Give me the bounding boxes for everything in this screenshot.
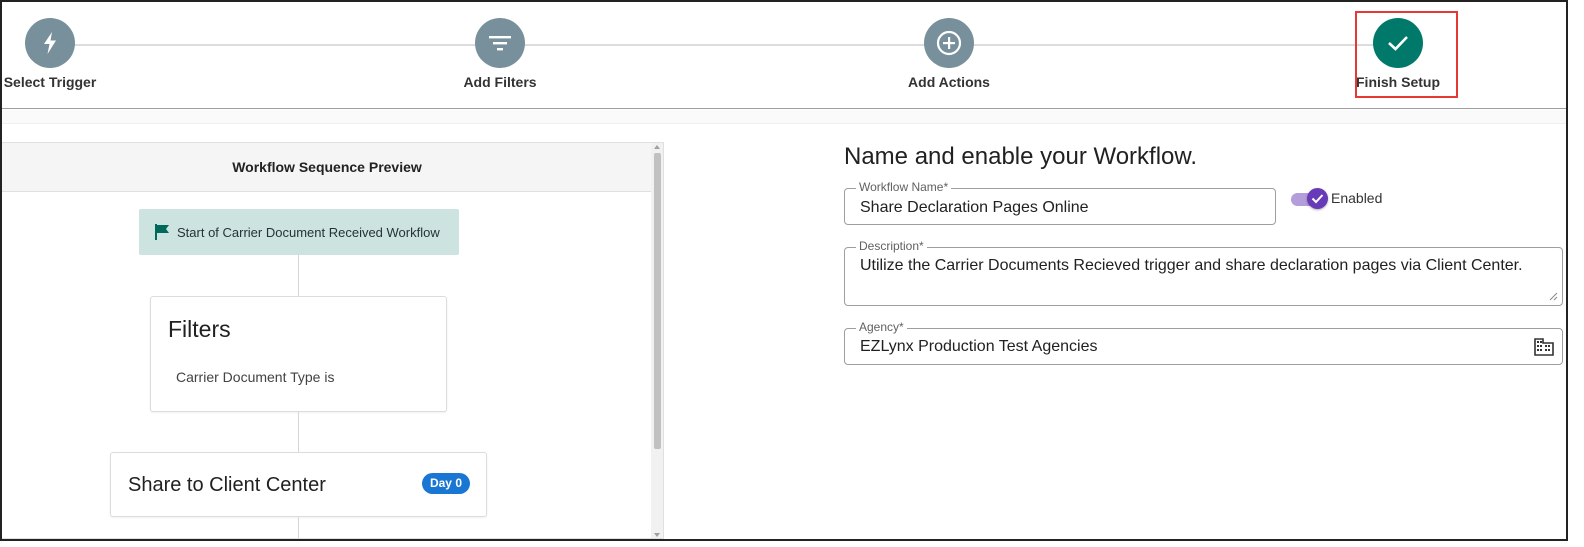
agency-label: Agency* (856, 320, 907, 334)
description-label: Description* (856, 239, 927, 253)
building-icon[interactable] (1534, 336, 1554, 356)
filters-card[interactable]: Filters Carrier Document Type is (150, 296, 447, 412)
enabled-toggle[interactable] (1291, 188, 1329, 210)
app-frame: Select Trigger Add Filters Add Actions F… (0, 0, 1568, 541)
flag-icon (155, 224, 169, 240)
agency-field[interactable]: Agency* EZLynx Production Test Agencies (844, 320, 1563, 365)
filters-title: Filters (168, 316, 231, 342)
divider-band (2, 110, 1566, 124)
workflow-name-field[interactable]: Workflow Name* Share Declaration Pages O… (844, 180, 1276, 225)
filter-condition: Carrier Document Type is (176, 369, 335, 385)
workflow-name-value[interactable]: Share Declaration Pages Online (860, 199, 1089, 217)
scroll-down-arrow-icon[interactable] (654, 533, 660, 537)
workflow-name-label: Workflow Name* (856, 180, 952, 194)
scroll-thumb[interactable] (654, 153, 661, 449)
form-heading: Name and enable your Workflow. (844, 143, 1198, 170)
filter-icon (475, 18, 525, 68)
workflow-sequence-preview: Workflow Sequence Preview Start of Carri… (2, 142, 664, 539)
step-label: Add Filters (463, 74, 537, 90)
lightning-icon (25, 18, 75, 68)
enabled-label: Enabled (1331, 190, 1383, 206)
action-card-share-to-client-center[interactable]: Share to Client Center Day 0 (110, 452, 487, 517)
agency-value[interactable]: EZLynx Production Test Agencies (860, 338, 1097, 356)
step-add-filters[interactable]: Add Filters (430, 18, 570, 90)
toggle-check-icon (1307, 188, 1328, 209)
preview-header: Workflow Sequence Preview (2, 143, 652, 192)
resize-grip-icon[interactable] (1548, 291, 1558, 301)
scroll-up-arrow-icon[interactable] (654, 145, 660, 149)
start-node: Start of Carrier Document Received Workf… (139, 209, 459, 255)
highlight-annotation (1355, 11, 1458, 98)
day-badge: Day 0 (421, 473, 470, 494)
action-title: Share to Client Center (128, 474, 326, 496)
sequence-connector (298, 517, 299, 538)
step-label: Select Trigger (3, 74, 97, 90)
description-value[interactable]: Utilize the Carrier Documents Recieved t… (860, 257, 1523, 275)
step-add-actions[interactable]: Add Actions (879, 18, 1019, 90)
description-field[interactable]: Description* Utilize the Carrier Documen… (844, 239, 1563, 306)
sequence-connector (298, 412, 299, 452)
step-label: Add Actions (908, 74, 990, 90)
sequence-connector (298, 255, 299, 296)
workflow-stepper: Select Trigger Add Filters Add Actions F… (2, 2, 1566, 109)
preview-scrollbar[interactable] (651, 143, 663, 538)
start-node-label: Start of Carrier Document Received Workf… (177, 224, 440, 240)
plus-circle-icon (924, 18, 974, 68)
step-select-trigger[interactable]: Select Trigger (2, 18, 120, 90)
